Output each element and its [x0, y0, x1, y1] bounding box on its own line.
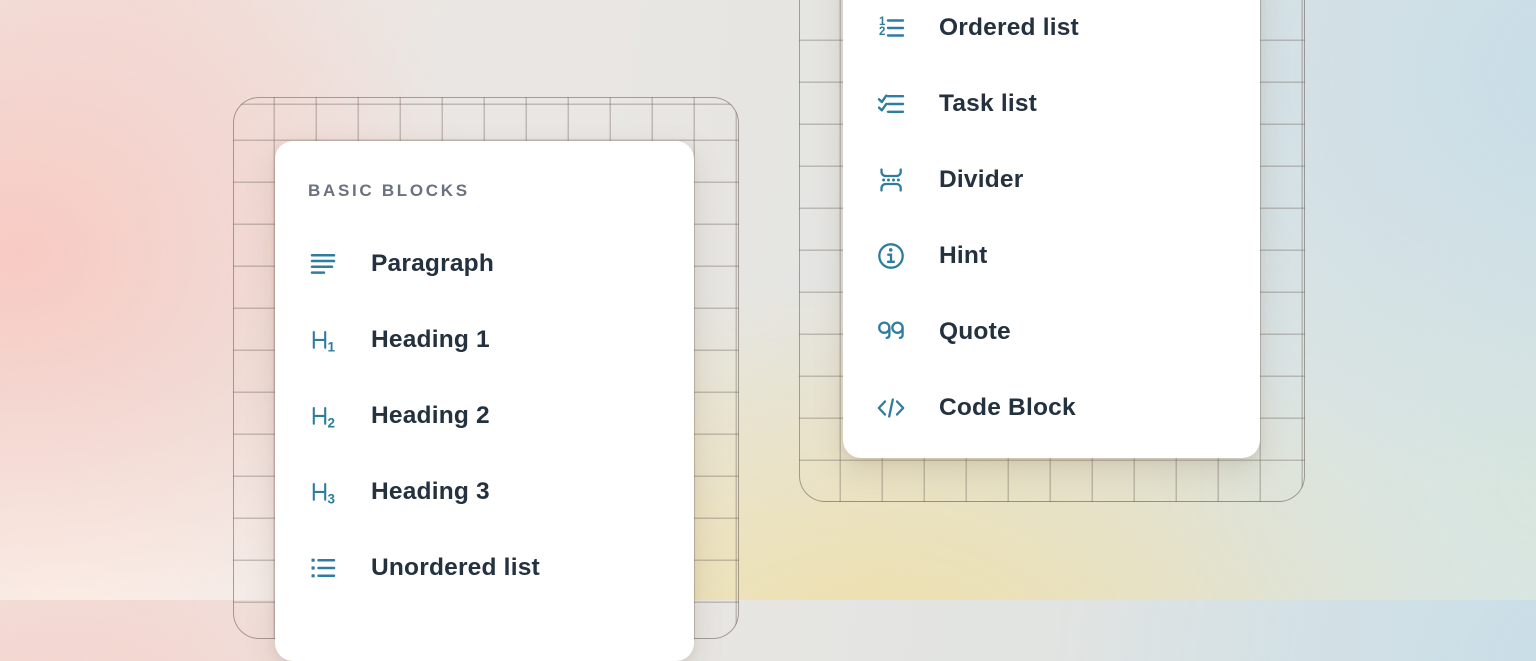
unordered-list-icon: [307, 552, 339, 584]
menu-item-heading-2[interactable]: 2 Heading 2: [275, 378, 694, 454]
basic-blocks-panel: BASIC BLOCKS Paragraph 1 Heading 1: [275, 141, 694, 661]
ordered-list-icon: 1 2: [875, 12, 907, 44]
menu-item-divider[interactable]: Divider: [843, 142, 1260, 218]
menu-item-unordered-list[interactable]: Unordered list: [275, 530, 694, 606]
heading-3-icon: 3: [307, 476, 339, 508]
menu-item-label: Divider: [939, 166, 1023, 194]
menu-item-label: Quote: [939, 318, 1011, 346]
menu-item-label: Ordered list: [939, 14, 1079, 42]
menu-item-label: Paragraph: [371, 250, 494, 278]
menu-item-label: Hint: [939, 242, 987, 270]
section-label: BASIC BLOCKS: [308, 181, 694, 201]
menu-item-code-block[interactable]: Code Block: [843, 370, 1260, 446]
basic-blocks-list: Paragraph 1 Heading 1 2 Heading 2: [275, 226, 694, 606]
divider-icon: [875, 164, 907, 196]
menu-item-quote[interactable]: Quote: [843, 294, 1260, 370]
heading-1-icon: 1: [307, 324, 339, 356]
svg-text:2: 2: [879, 26, 885, 38]
menu-item-ordered-list[interactable]: 1 2 Ordered list: [843, 0, 1260, 66]
quote-icon: [875, 316, 907, 348]
code-block-icon: [875, 392, 907, 424]
paragraph-icon: [307, 248, 339, 280]
menu-item-heading-3[interactable]: 3 Heading 3: [275, 454, 694, 530]
menu-item-label: Task list: [939, 90, 1037, 118]
svg-text:1: 1: [328, 340, 336, 355]
menu-item-label: Heading 3: [371, 478, 490, 506]
menu-item-label: Heading 1: [371, 326, 490, 354]
svg-text:2: 2: [328, 416, 336, 431]
svg-text:3: 3: [328, 492, 336, 507]
menu-item-paragraph[interactable]: Paragraph: [275, 226, 694, 302]
menu-item-hint[interactable]: Hint: [843, 218, 1260, 294]
menu-item-label: Code Block: [939, 394, 1076, 422]
blocks-panel-continued: 1 2 Ordered list Task list: [843, 0, 1260, 458]
blocks-list: 1 2 Ordered list Task list: [843, 0, 1260, 446]
menu-item-label: Unordered list: [371, 554, 540, 582]
menu-item-heading-1[interactable]: 1 Heading 1: [275, 302, 694, 378]
heading-2-icon: 2: [307, 400, 339, 432]
task-list-icon: [875, 88, 907, 120]
menu-item-task-list[interactable]: Task list: [843, 66, 1260, 142]
hint-icon: [875, 240, 907, 272]
menu-item-label: Heading 2: [371, 402, 490, 430]
